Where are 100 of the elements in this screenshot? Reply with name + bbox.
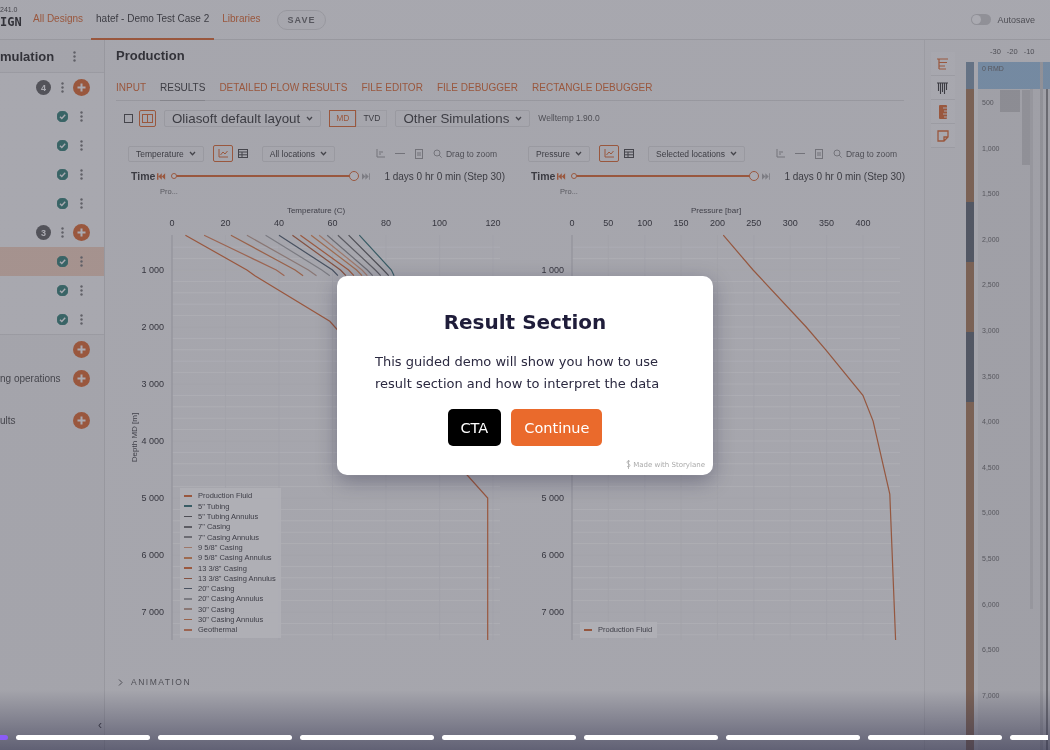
add-button[interactable] [73, 341, 90, 358]
single-pane-icon [124, 113, 133, 123]
kebab-menu-icon[interactable] [80, 140, 83, 151]
end-handle[interactable] [348, 171, 359, 181]
start-handle[interactable] [170, 173, 177, 179]
tick-label: 120 [485, 218, 501, 228]
continue-button[interactable]: Continue [511, 409, 603, 446]
add-button[interactable] [73, 224, 90, 241]
table-icon [624, 149, 634, 158]
end-handle[interactable] [748, 171, 759, 181]
zoom-icon[interactable] [832, 149, 842, 158]
caret-icon [320, 151, 328, 156]
animation-toggle[interactable]: ANIMATION [116, 677, 192, 687]
kebab-menu-icon[interactable] [80, 285, 83, 296]
zoom-icon[interactable] [432, 149, 442, 158]
variable-dropdown[interactable]: Temperature [128, 145, 204, 162]
tick-label: 250 [746, 218, 762, 228]
tick-label: 5 000 [541, 493, 564, 503]
autosave-toggle[interactable] [971, 14, 992, 25]
section-row[interactable]: ults [0, 406, 104, 435]
variable-dropdown[interactable]: Pressure [528, 145, 590, 162]
chart-view-button[interactable] [212, 145, 233, 162]
line-icon[interactable] [794, 152, 805, 155]
count-badge: 4 [36, 80, 51, 95]
kebab-menu-icon[interactable] [80, 111, 83, 122]
tick-label: 300 [782, 218, 798, 228]
add-button[interactable] [73, 412, 90, 429]
section-label: ng operations [0, 373, 61, 384]
kebab-menu-icon[interactable] [80, 169, 83, 180]
tick-label: 20 [220, 218, 231, 228]
note-icon [936, 129, 949, 142]
tick-label: 0 [569, 218, 575, 228]
layout-dropdown[interactable]: Oliasoft default layout [164, 109, 322, 127]
add-button[interactable] [73, 79, 90, 96]
tick-label: 40 [274, 218, 284, 228]
time-reading: 1 days 0 hr 0 min (Step 30) [784, 170, 905, 182]
tick-label: 60 [327, 218, 338, 228]
app-logo: IGN [0, 16, 23, 28]
document-icon[interactable] [414, 148, 423, 159]
locations-dropdown[interactable]: Selected locations [648, 145, 745, 162]
axis-icon[interactable] [375, 149, 385, 158]
line-chart-icon [604, 149, 614, 158]
depth-mode-button[interactable]: TVD [356, 109, 388, 127]
line-chart-icon [217, 149, 228, 158]
dialog-message: This guided demo will show you how to use result section and how to interpret the data [375, 353, 661, 393]
tick-label: 7 000 [541, 607, 564, 617]
axis-icon[interactable] [775, 149, 785, 158]
kebab-menu-icon[interactable] [61, 227, 64, 238]
skip-forward-icon[interactable] [361, 172, 371, 180]
tick-label: 350 [819, 218, 835, 228]
simulations-dropdown[interactable]: Other Simulations [395, 109, 531, 127]
version-label: Welltemp 1.90.0 [538, 113, 600, 123]
locations-dropdown[interactable]: All locations [261, 145, 336, 162]
start-handle[interactable] [570, 173, 577, 179]
group-row[interactable]: 3 [0, 218, 104, 247]
caret-icon [575, 151, 582, 156]
tick-label: 200 [709, 218, 725, 228]
story-step-bar[interactable] [1010, 735, 1048, 740]
skip-forward-icon[interactable] [761, 172, 771, 180]
autosave-label: Autosave [997, 14, 1035, 25]
tick-label: 4 000 [141, 436, 164, 446]
count-badge: 3 [36, 225, 51, 240]
tick-label: 80 [381, 218, 392, 228]
table-icon [237, 149, 248, 158]
axis-title: Pressure [bar] [690, 206, 742, 215]
line-icon[interactable] [394, 152, 405, 155]
tick-label: 0 [169, 218, 175, 228]
kebab-menu-icon[interactable] [80, 198, 83, 209]
tick-label: 7 000 [141, 607, 164, 617]
kebab-menu-icon[interactable] [73, 50, 77, 62]
tick-label: 2 000 [141, 322, 164, 332]
time-label: Time [131, 170, 153, 182]
tree-list-icon [936, 57, 949, 70]
add-button[interactable] [73, 370, 90, 387]
section-row[interactable]: ng operations [0, 364, 104, 393]
tick-label: 5 000 [141, 493, 164, 503]
skip-back-icon[interactable] [157, 172, 166, 180]
kebab-menu-icon[interactable] [80, 314, 83, 325]
tick-label: 100 [432, 218, 448, 228]
tick-label: 6 000 [141, 550, 164, 560]
tick-label: 150 [673, 218, 689, 228]
zoom-hint: Drag to zoom [845, 148, 897, 159]
tick-label: 400 [855, 218, 871, 228]
cta-button[interactable]: CTA [447, 409, 502, 446]
zoom-hint: Drag to zoom [445, 148, 497, 159]
storylane-icon [626, 460, 632, 469]
kebab-menu-icon[interactable] [61, 82, 64, 93]
collapse-button[interactable]: ‹ [96, 718, 104, 732]
chart-view-button[interactable] [599, 145, 619, 162]
time-label: Time [531, 170, 553, 182]
document-icon[interactable] [814, 148, 823, 159]
kebab-menu-icon[interactable] [80, 256, 83, 267]
split-layout-button[interactable] [139, 109, 156, 127]
group-row[interactable]: 4 [0, 73, 104, 102]
split-pane-icon [142, 113, 153, 123]
skip-back-icon[interactable] [557, 172, 566, 180]
caret-icon [306, 115, 314, 121]
simulation-row[interactable] [0, 247, 104, 276]
tab[interactable]: RESULTS [160, 80, 206, 101]
caret-icon [730, 151, 737, 156]
